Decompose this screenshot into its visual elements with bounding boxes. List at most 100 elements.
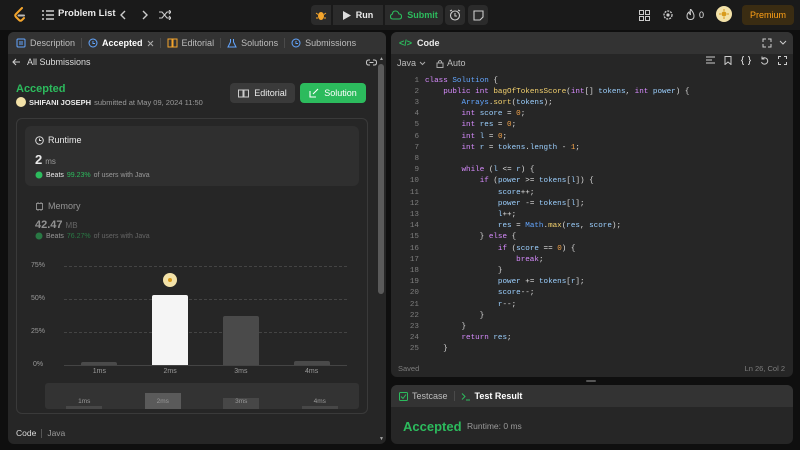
notes-icon[interactable] — [468, 5, 488, 25]
code-line[interactable]: 25 } — [391, 344, 448, 352]
chart-bar[interactable] — [222, 316, 259, 365]
code-line[interactable]: 21 r--; — [391, 299, 516, 310]
language-select[interactable]: Java — [397, 58, 426, 68]
tab-solutions[interactable]: Solutions — [227, 38, 278, 48]
code-line[interactable]: 4 int score = 0; — [391, 109, 525, 120]
code-line[interactable]: 15 } else { — [391, 232, 516, 243]
bookmark-icon[interactable] — [724, 56, 732, 65]
scroll-down-arrow[interactable]: ▼ — [379, 436, 384, 442]
mini-label: 2ms — [156, 398, 169, 405]
code-line[interactable]: 2 public int bagOfTokensScore(int[] toke… — [391, 86, 689, 97]
code-line[interactable]: 18 } — [391, 265, 503, 276]
memory-title-label: Memory — [48, 201, 81, 211]
user-name[interactable]: SHIFANI JOSEPH — [29, 98, 91, 107]
memory-card[interactable]: Memory 42.47 MB Beats 76.27% of users wi… — [35, 201, 150, 240]
code-editor[interactable]: 1 class Solution {2 public int bagOfToken… — [391, 75, 793, 352]
code-line[interactable]: 10 if (power >= tokens[l]) { — [391, 176, 594, 187]
debug-button[interactable] — [311, 5, 331, 25]
submission-status: Accepted — [16, 83, 66, 95]
grid-line — [64, 299, 347, 300]
code-line[interactable]: 24 return res; — [391, 333, 512, 344]
left-scrollbar[interactable]: ▲ ▼ — [378, 56, 384, 442]
code-line[interactable]: 20 score--; — [391, 288, 535, 299]
bug-icon — [315, 12, 327, 20]
code-line[interactable]: 13 l++; — [391, 209, 516, 220]
tab-editorial[interactable]: Editorial — [167, 38, 214, 48]
chart-bar[interactable] — [81, 362, 118, 365]
editorial-button[interactable]: Editorial — [230, 83, 295, 103]
leetcode-logo-icon[interactable] — [10, 5, 30, 25]
y-tick-label: 75% — [31, 262, 46, 269]
tab-test-result-label: Test Result — [474, 391, 523, 401]
code-line[interactable]: 11 score++; — [391, 187, 535, 198]
code-text: Arrays.sort(tokens); — [461, 98, 553, 107]
code-line[interactable]: 9 while (l <= r) { — [391, 165, 534, 176]
scroll-up-arrow[interactable]: ▲ — [379, 56, 384, 62]
x-axis-labels: 1ms 2ms 3ms 4ms — [17, 368, 369, 378]
back-to-submissions[interactable]: All Submissions — [12, 57, 91, 67]
tab-test-result[interactable]: Test Result — [461, 391, 523, 401]
code-line[interactable]: 22 } — [391, 310, 484, 321]
format-icon[interactable] — [706, 56, 715, 65]
tab-accepted[interactable]: Accepted — [88, 38, 154, 48]
code-line[interactable]: 12 power -= tokens[l]; — [391, 198, 585, 209]
code-line[interactable]: 6 int l = 0; — [391, 131, 507, 142]
range-selector[interactable]: 1ms 2ms 3ms 4ms — [45, 383, 359, 409]
share-link-icon[interactable] — [364, 55, 378, 69]
auto-mode-toggle[interactable]: Auto — [436, 58, 466, 68]
scroll-thumb[interactable] — [378, 64, 384, 294]
runtime-beats-pct: 99.23% — [66, 171, 91, 179]
x-axis-line — [64, 365, 347, 366]
layout-icon[interactable] — [634, 5, 654, 25]
close-tab-icon[interactable] — [147, 40, 154, 47]
arrow-left-icon — [12, 58, 20, 66]
code-text: break; — [516, 255, 544, 264]
code-line[interactable]: 19 power += tokens[r]; — [391, 277, 585, 288]
tab-accepted-label: Accepted — [102, 38, 143, 48]
code-line[interactable]: 14 res = Math.max(res, score); — [391, 221, 621, 232]
code-line[interactable]: 5 int res = 0; — [391, 120, 516, 131]
submit-button[interactable]: Submit — [385, 5, 443, 25]
problem-list-label[interactable]: Problem List — [58, 8, 116, 19]
save-status: Saved — [398, 364, 420, 373]
tab-separator — [159, 38, 161, 48]
x-tick-label: 1ms — [92, 368, 106, 375]
test-status: Accepted — [403, 419, 462, 434]
premium-button[interactable]: Premium — [742, 5, 795, 25]
fullscreen-icon[interactable] — [778, 56, 787, 65]
run-submit-group: Run Submit — [311, 5, 443, 25]
grid-line — [64, 266, 347, 267]
settings-icon[interactable] — [658, 5, 678, 25]
shuffle-icon[interactable] — [155, 5, 175, 25]
problem-list-icon[interactable] — [38, 5, 58, 25]
timer-icon[interactable] — [445, 5, 465, 25]
tab-description[interactable]: Description — [16, 38, 75, 48]
code-line[interactable]: 23 } — [391, 321, 466, 332]
beats-icon — [35, 171, 43, 179]
solution-button[interactable]: Solution — [300, 83, 366, 103]
reset-icon[interactable] — [760, 56, 769, 65]
line-number: 2 — [414, 87, 419, 96]
code-line[interactable]: 17 break; — [391, 254, 544, 265]
resize-handle[interactable] — [586, 380, 596, 382]
collapse-icon[interactable] — [773, 33, 793, 53]
test-result-panel: Testcase Test Result Accepted Runtime: 0… — [391, 385, 793, 444]
your-result-avatar — [163, 273, 178, 288]
next-problem-icon[interactable] — [135, 5, 155, 25]
braces-icon[interactable] — [741, 56, 751, 65]
code-line[interactable]: 3 Arrays.sort(tokens); — [391, 97, 552, 108]
tab-submissions[interactable]: Submissions — [291, 38, 356, 48]
run-button[interactable]: Run — [333, 5, 383, 25]
code-line[interactable]: 16 if (score == 0) { — [391, 243, 576, 254]
code-line[interactable]: 7 int r = tokens.length - 1; — [391, 142, 580, 153]
grid-line — [64, 332, 347, 333]
prev-problem-icon[interactable] — [113, 5, 133, 25]
avatar[interactable] — [716, 6, 732, 22]
chart-bar[interactable] — [152, 295, 189, 365]
code-line[interactable]: 1 class Solution { — [391, 75, 498, 86]
runtime-card[interactable]: Runtime 2 ms Beats 99.23% of users with … — [25, 126, 359, 186]
tab-testcase[interactable]: Testcase — [399, 391, 448, 401]
streak-counter[interactable]: 0 — [686, 9, 704, 20]
code-line[interactable]: 8 — [391, 153, 419, 164]
chart-bar[interactable] — [293, 361, 330, 365]
